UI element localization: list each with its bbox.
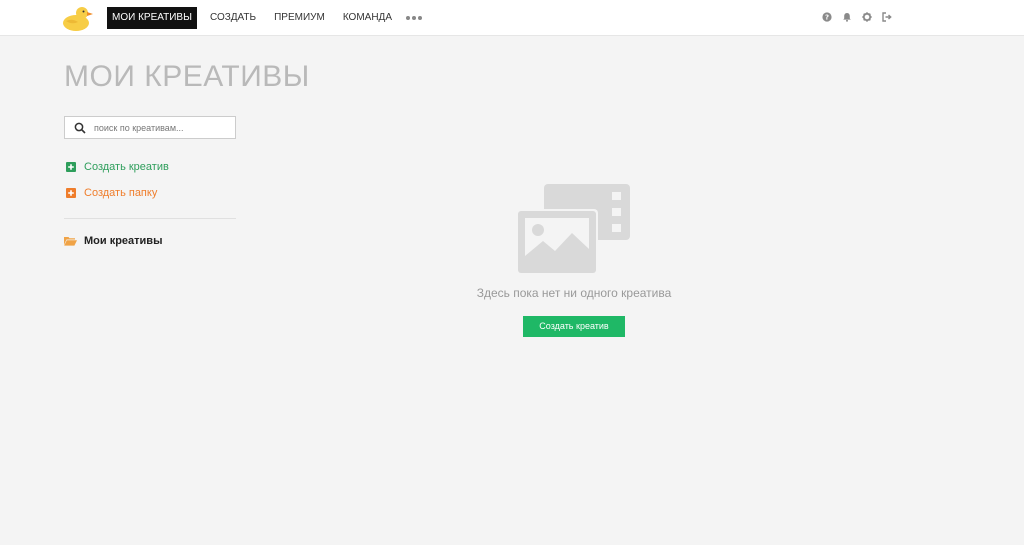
logout-icon[interactable]	[882, 12, 892, 22]
nav-my-creatives[interactable]: МОИ КРЕАТИВЫ	[107, 7, 197, 29]
folder-open-icon	[64, 237, 77, 246]
create-creative-label: Создать креатив	[84, 161, 169, 173]
nav-team[interactable]: КОМАНДА	[339, 7, 396, 29]
nav-create[interactable]: СОЗДАТЬ	[206, 7, 260, 29]
sidebar-divider	[64, 218, 236, 219]
empty-state-message: Здесь пока нет ни одного креатива	[476, 286, 672, 300]
plus-square-icon	[66, 162, 76, 172]
create-creative-button[interactable]: Создать креатив	[523, 316, 625, 337]
create-folder-link[interactable]: Создать папку	[66, 187, 157, 199]
help-icon[interactable]: ?	[822, 12, 832, 22]
svg-text:?: ?	[825, 14, 829, 22]
ellipsis-icon[interactable]	[404, 7, 424, 29]
search-icon	[74, 122, 86, 134]
top-icons-group: ?	[822, 12, 892, 22]
nav-premium[interactable]: ПРЕМИУМ	[270, 7, 329, 29]
page-title: МОИ КРЕАТИВЫ	[64, 60, 310, 93]
search-box[interactable]	[64, 116, 236, 139]
duck-logo-icon[interactable]	[62, 4, 94, 32]
gear-icon[interactable]	[862, 12, 872, 22]
main-nav: МОИ КРЕАТИВЫ СОЗДАТЬ ПРЕМИУМ КОМАНДА	[107, 7, 424, 29]
create-folder-label: Создать папку	[84, 187, 158, 199]
plus-square-icon	[66, 188, 76, 198]
top-navigation-bar: МОИ КРЕАТИВЫ СОЗДАТЬ ПРЕМИУМ КОМАНДА ?	[0, 0, 1024, 36]
folder-my-creatives[interactable]: Мои креативы	[64, 235, 162, 247]
search-input[interactable]	[94, 122, 234, 133]
media-placeholder-icon	[516, 184, 630, 273]
bell-icon[interactable]	[842, 12, 852, 22]
folder-label: Мои креативы	[84, 235, 163, 247]
create-creative-link[interactable]: Создать креатив	[66, 161, 169, 173]
